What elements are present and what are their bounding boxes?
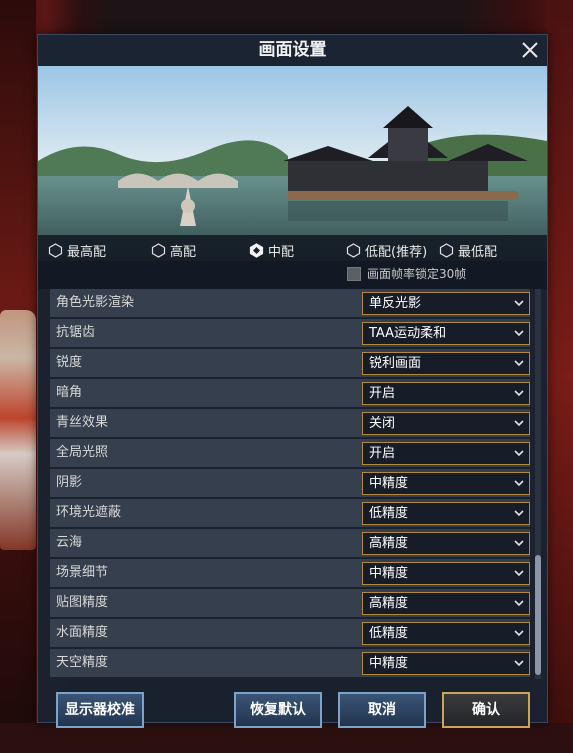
preset-label: 最高配 <box>67 244 107 260</box>
dropdown-value: 高精度 <box>369 596 409 611</box>
setting-label: 全局光照 <box>56 445 109 460</box>
setting-dropdown[interactable]: 关闭 <box>362 412 530 435</box>
confirm-button[interactable]: 确认 <box>442 692 530 728</box>
hexagon-radio-icon <box>439 242 454 258</box>
chevron-down-icon <box>514 600 524 607</box>
setting-dropdown[interactable]: 中精度 <box>362 562 530 585</box>
setting-dropdown[interactable]: 高精度 <box>362 532 530 555</box>
dropdown-value: TAA运动柔和 <box>369 326 447 341</box>
setting-dropdown[interactable]: 开启 <box>362 382 530 405</box>
setting-label: 抗锯齿 <box>56 325 96 340</box>
setting-row: 角色光影渲染 单反光影 <box>50 289 530 319</box>
chevron-down-icon <box>514 570 524 577</box>
setting-dropdown[interactable]: 锐利画面 <box>362 352 530 375</box>
setting-dropdown[interactable]: 低精度 <box>362 622 530 645</box>
preview-image <box>38 66 547 261</box>
chevron-down-icon <box>514 390 524 397</box>
hexagon-radio-selected-icon <box>249 242 264 258</box>
setting-row: 锐度 锐利画面 <box>50 349 530 379</box>
setting-label: 天空精度 <box>56 655 109 670</box>
setting-row: 暗角 开启 <box>50 379 530 409</box>
chevron-down-icon <box>514 450 524 457</box>
dropdown-value: 开启 <box>369 386 396 401</box>
setting-label: 锐度 <box>56 355 83 370</box>
preset-lowest[interactable]: 最低配 <box>439 240 497 260</box>
background-character <box>0 310 36 550</box>
setting-row: 云海 高精度 <box>50 529 530 559</box>
setting-dropdown[interactable]: 中精度 <box>362 472 530 495</box>
dropdown-value: 开启 <box>369 446 396 461</box>
dialog-title: 画面设置 <box>258 40 327 60</box>
chevron-down-icon <box>514 510 524 517</box>
dropdown-value: 单反光影 <box>369 296 422 311</box>
dropdown-value: 低精度 <box>369 506 409 521</box>
preset-label: 中配 <box>268 244 295 260</box>
preset-label: 高配 <box>170 244 197 260</box>
setting-row: 青丝效果 关闭 <box>50 409 530 439</box>
quality-preset-bar: 最高配 高配 中配 低配(推荐) 最低配 画面帧率锁定30帧 <box>38 235 547 289</box>
setting-dropdown[interactable]: 中精度 <box>362 652 530 675</box>
setting-label: 云海 <box>56 535 83 550</box>
chevron-down-icon <box>514 480 524 487</box>
preset-highest[interactable]: 最高配 <box>48 240 106 260</box>
chevron-down-icon <box>514 300 524 307</box>
setting-row: 阴影 中精度 <box>50 469 530 499</box>
chevron-down-icon <box>514 540 524 547</box>
preset-medium[interactable]: 中配 <box>249 240 294 260</box>
preset-label: 低配(推荐) <box>365 244 428 260</box>
preset-low-recommended[interactable]: 低配(推荐) <box>346 240 427 260</box>
chevron-down-icon <box>514 420 524 427</box>
dropdown-value: 低精度 <box>369 626 409 641</box>
chevron-down-icon <box>514 330 524 337</box>
setting-label: 青丝效果 <box>56 415 109 430</box>
cancel-button[interactable]: 取消 <box>338 692 426 728</box>
chevron-down-icon <box>514 360 524 367</box>
lock-fps-checkbox[interactable]: 画面帧率锁定30帧 <box>347 265 466 282</box>
checkbox-icon <box>347 266 361 281</box>
setting-dropdown[interactable]: 低精度 <box>362 502 530 525</box>
setting-label: 暗角 <box>56 385 83 400</box>
setting-row: 天空精度 中精度 <box>50 649 530 679</box>
scrollbar-thumb[interactable] <box>535 555 541 675</box>
hexagon-radio-icon <box>151 242 166 258</box>
setting-row: 环境光遮蔽 低精度 <box>50 499 530 529</box>
setting-label: 阴影 <box>56 475 83 490</box>
restore-defaults-button[interactable]: 恢复默认 <box>234 692 322 728</box>
graphics-settings-dialog: 画面设置 最高配 高配 中配 低配(推荐) 最低配 画面帧率锁定30帧 角色光影… <box>37 34 548 728</box>
dropdown-value: 中精度 <box>369 566 409 581</box>
setting-row: 抗锯齿 TAA运动柔和 <box>50 319 530 349</box>
setting-label: 角色光影渲染 <box>56 295 135 310</box>
hexagon-radio-icon <box>346 242 361 258</box>
setting-row: 场景细节 中精度 <box>50 559 530 589</box>
dropdown-value: 关闭 <box>369 416 396 431</box>
settings-list[interactable]: 角色光影渲染 单反光影 抗锯齿 TAA运动柔和 锐度 锐利画面 暗角 开启 青丝… <box>50 289 530 679</box>
setting-dropdown[interactable]: 开启 <box>362 442 530 465</box>
setting-row: 全局光照 开启 <box>50 439 530 469</box>
setting-dropdown[interactable]: 高精度 <box>362 592 530 615</box>
monitor-calibrate-button[interactable]: 显示器校准 <box>56 692 144 728</box>
dropdown-value: 中精度 <box>369 656 409 671</box>
preset-high[interactable]: 高配 <box>151 240 196 260</box>
setting-row: 水面精度 低精度 <box>50 619 530 649</box>
preset-label: 最低配 <box>458 244 498 260</box>
setting-label: 贴图精度 <box>56 595 109 610</box>
setting-label: 场景细节 <box>56 565 109 580</box>
setting-label: 水面精度 <box>56 625 109 640</box>
hexagon-radio-icon <box>48 242 63 258</box>
chevron-down-icon <box>514 630 524 637</box>
background-right-pillar <box>545 0 573 753</box>
dropdown-value: 锐利画面 <box>369 356 422 371</box>
dropdown-value: 中精度 <box>369 476 409 491</box>
dropdown-value: 高精度 <box>369 536 409 551</box>
setting-label: 环境光遮蔽 <box>56 505 122 520</box>
setting-dropdown[interactable]: 单反光影 <box>362 292 530 315</box>
setting-row: 贴图精度 高精度 <box>50 589 530 619</box>
lock-fps-label: 画面帧率锁定30帧 <box>367 267 467 281</box>
setting-dropdown[interactable]: TAA运动柔和 <box>362 322 530 345</box>
chevron-down-icon <box>514 660 524 667</box>
close-icon[interactable] <box>519 39 541 61</box>
